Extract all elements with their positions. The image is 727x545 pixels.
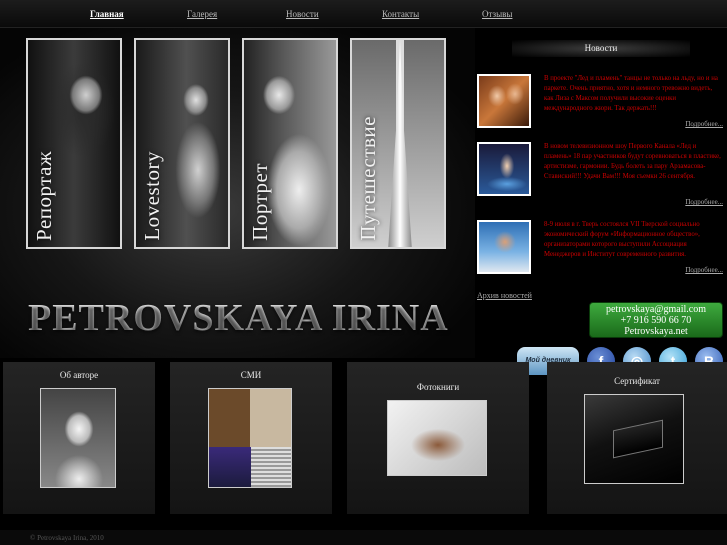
- news-text: 8-9 июля в г. Тверь состоялся VII Тверск…: [544, 221, 700, 258]
- news-more-link[interactable]: Подробнее...: [685, 266, 723, 274]
- nav-news-link[interactable]: Новости: [286, 9, 319, 19]
- hero-area: Репортаж Lovestory Портрет Путешествие P…: [0, 28, 475, 358]
- news-text: В проекте "Лед и пламень" танцы не тольк…: [544, 75, 718, 112]
- news-more-link[interactable]: Подробнее...: [685, 198, 723, 206]
- media-clipping-photo: [208, 388, 292, 488]
- news-text: В новом телевизионном шоу Первого Канала…: [544, 143, 721, 180]
- news-thumbnail[interactable]: [477, 220, 531, 274]
- top-navigation: Главная Галерея Новости Контакты Отзывы: [0, 0, 727, 28]
- panel-reportage-label: Репортаж: [32, 151, 56, 241]
- panel-portrait[interactable]: Портрет: [242, 38, 338, 249]
- card-about-author[interactable]: Об авторе: [3, 362, 155, 514]
- nav-home-link[interactable]: Главная: [90, 9, 124, 19]
- brand-logo-text: PETROVSKAYA IRINA: [28, 297, 449, 339]
- contact-phone: +7 916 590 66 70: [620, 315, 692, 326]
- card-certificate[interactable]: Сертификат: [547, 362, 727, 514]
- certificate-card-graphic: [613, 419, 663, 459]
- news-thumbnail[interactable]: [477, 142, 531, 196]
- panel-lovestory-label: Lovestory: [140, 151, 164, 241]
- card-media[interactable]: СМИ: [170, 362, 332, 514]
- panel-lovestory[interactable]: Lovestory: [134, 38, 230, 249]
- news-thumbnail[interactable]: [477, 74, 531, 128]
- news-item: В новом телевизионном шоу Первого Канала…: [477, 142, 725, 206]
- news-item: 8-9 июля в г. Тверь состоялся VII Тверск…: [477, 220, 725, 278]
- news-heading: Новости: [512, 40, 690, 57]
- nav-contacts-link[interactable]: Контакты: [382, 9, 419, 19]
- news-item: В проекте "Лед и пламень" танцы не тольк…: [477, 74, 725, 132]
- media-clipping-text: [251, 447, 291, 487]
- panel-reportage[interactable]: Репортаж: [26, 38, 122, 249]
- contact-email: petrovskaya@gmail.com: [605, 304, 706, 315]
- certificate-photo: [584, 394, 684, 484]
- card-title: Сертификат: [614, 376, 660, 386]
- news-archive-link[interactable]: Архив новостей: [477, 291, 532, 300]
- contact-site: Petrovskaya.net: [624, 326, 688, 337]
- photobooks-photo: [387, 400, 487, 476]
- nav-reviews-link[interactable]: Отзывы: [482, 9, 512, 19]
- nav-gallery-link[interactable]: Галерея: [187, 9, 217, 19]
- panel-portrait-label: Портрет: [248, 163, 272, 241]
- panel-travel[interactable]: Путешествие: [350, 38, 446, 249]
- media-clipping-photo-bottom: [209, 447, 251, 487]
- card-title: Об авторе: [59, 370, 99, 380]
- author-photo: [40, 388, 116, 488]
- card-title: СМИ: [240, 370, 262, 380]
- card-title: Фотокниги: [416, 382, 460, 392]
- contact-button[interactable]: petrovskaya@gmail.com +7 916 590 66 70 P…: [589, 302, 723, 338]
- footer-copyright: © Petrovskaya Irina, 2010: [30, 534, 104, 542]
- panel-travel-label: Путешествие: [356, 116, 380, 241]
- news-more-link[interactable]: Подробнее...: [685, 120, 723, 128]
- card-photobooks[interactable]: Фотокниги: [347, 362, 529, 514]
- footer: © Petrovskaya Irina, 2010: [0, 530, 727, 545]
